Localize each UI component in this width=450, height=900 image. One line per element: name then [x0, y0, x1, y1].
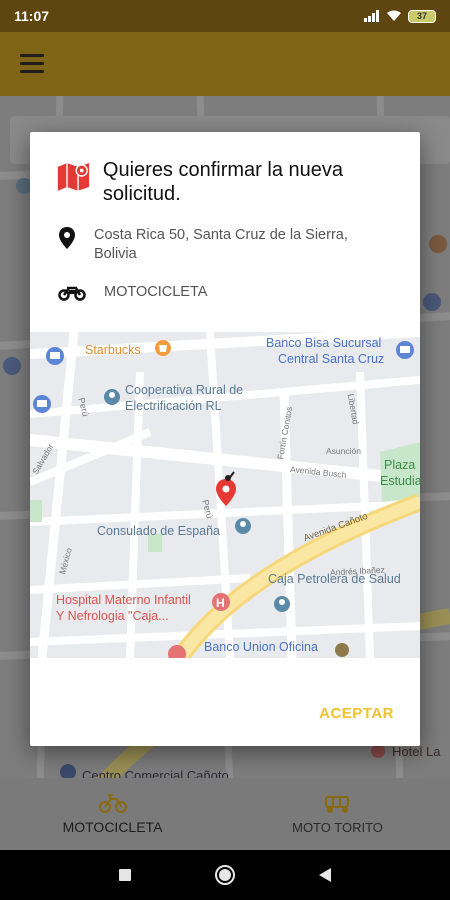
- map-label-banco-bisa-2: Central Santa Cruz: [278, 352, 385, 366]
- map-label-cooperativa-1: Cooperativa Rural de: [125, 383, 244, 397]
- triangle-back-icon: [319, 868, 331, 882]
- map-label-plaza-1: Plaza: [384, 458, 416, 472]
- map-label-banco-bisa-1: Banco Bisa Sucursal: [266, 336, 382, 350]
- location-pin-icon: [59, 227, 75, 249]
- svg-text:H: H: [216, 596, 225, 610]
- address-text: Costa Rica 50, Santa Cruz de la Sierra, …: [94, 227, 348, 262]
- battery-icon: 37: [408, 9, 436, 23]
- motorcycle-icon: [98, 794, 127, 813]
- signal-icon: [364, 10, 379, 22]
- motorcycle-icon: [58, 286, 86, 301]
- starbucks-poi-icon: [155, 340, 171, 356]
- bottom-navigation: MOTOCICLETA MOTO TORITO: [0, 778, 450, 850]
- tab-moto-torito-label: MOTO TORITO: [292, 819, 383, 835]
- menu-icon-line: [20, 62, 44, 65]
- system-navigation: [0, 850, 450, 900]
- moto-torito-icon: [324, 795, 349, 813]
- map-label-hospital-1: Hospital Materno Infantil: [56, 593, 191, 607]
- map-label-cooperativa-2: Electrificación RL: [125, 399, 222, 413]
- vehicle-row: MOTOCICLETA: [58, 283, 207, 301]
- square-icon: [119, 869, 131, 881]
- accept-button[interactable]: ACEPTAR: [319, 705, 394, 722]
- status-bar: 11:07 37: [0, 0, 450, 32]
- app-bar: [0, 32, 450, 96]
- map-label-consulado: Consulado de España: [97, 524, 221, 538]
- home-button[interactable]: [210, 860, 240, 890]
- status-icons: 37: [364, 9, 436, 23]
- map-label-hospital-2: Y Nefrologia "Caja...: [56, 609, 169, 623]
- confirm-dialog: Quieres confirmar la nueva solicitud. Co…: [30, 132, 420, 746]
- dialog-title: Quieres confirmar la nueva solicitud.: [102, 159, 344, 205]
- wifi-icon: [387, 10, 401, 21]
- bg-map-label-hotel: Hotel La: [392, 744, 441, 759]
- battery-level: 37: [416, 11, 427, 21]
- map-icon: [57, 163, 90, 191]
- map-label-asuncion: Asunción: [326, 446, 361, 456]
- tab-motocicleta[interactable]: MOTOCICLETA: [0, 778, 225, 850]
- back-button[interactable]: [310, 860, 340, 890]
- address-row: Costa Rica 50, Santa Cruz de la Sierra, …: [58, 226, 384, 264]
- map-label-banco-union: Banco Union Oficina: [204, 640, 318, 654]
- menu-icon-line: [20, 70, 44, 73]
- tab-moto-torito[interactable]: MOTO TORITO: [225, 778, 450, 850]
- menu-button[interactable]: [20, 54, 44, 74]
- vehicle-text: MOTOCICLETA: [104, 284, 208, 300]
- recents-button[interactable]: [110, 860, 140, 890]
- tab-motocicleta-label: MOTOCICLETA: [62, 819, 163, 835]
- dialog-header: Quieres confirmar la nueva solicitud.: [56, 158, 400, 206]
- status-time: 11:07: [14, 8, 50, 24]
- menu-icon-line: [20, 54, 44, 57]
- circle-icon: [215, 865, 235, 885]
- dialog-map[interactable]: H Starbucks Banco Bisa Sucursal Central …: [30, 332, 420, 658]
- map-label-plaza-2: Estudia: [380, 474, 420, 488]
- map-label-starbucks: Starbucks: [85, 343, 141, 357]
